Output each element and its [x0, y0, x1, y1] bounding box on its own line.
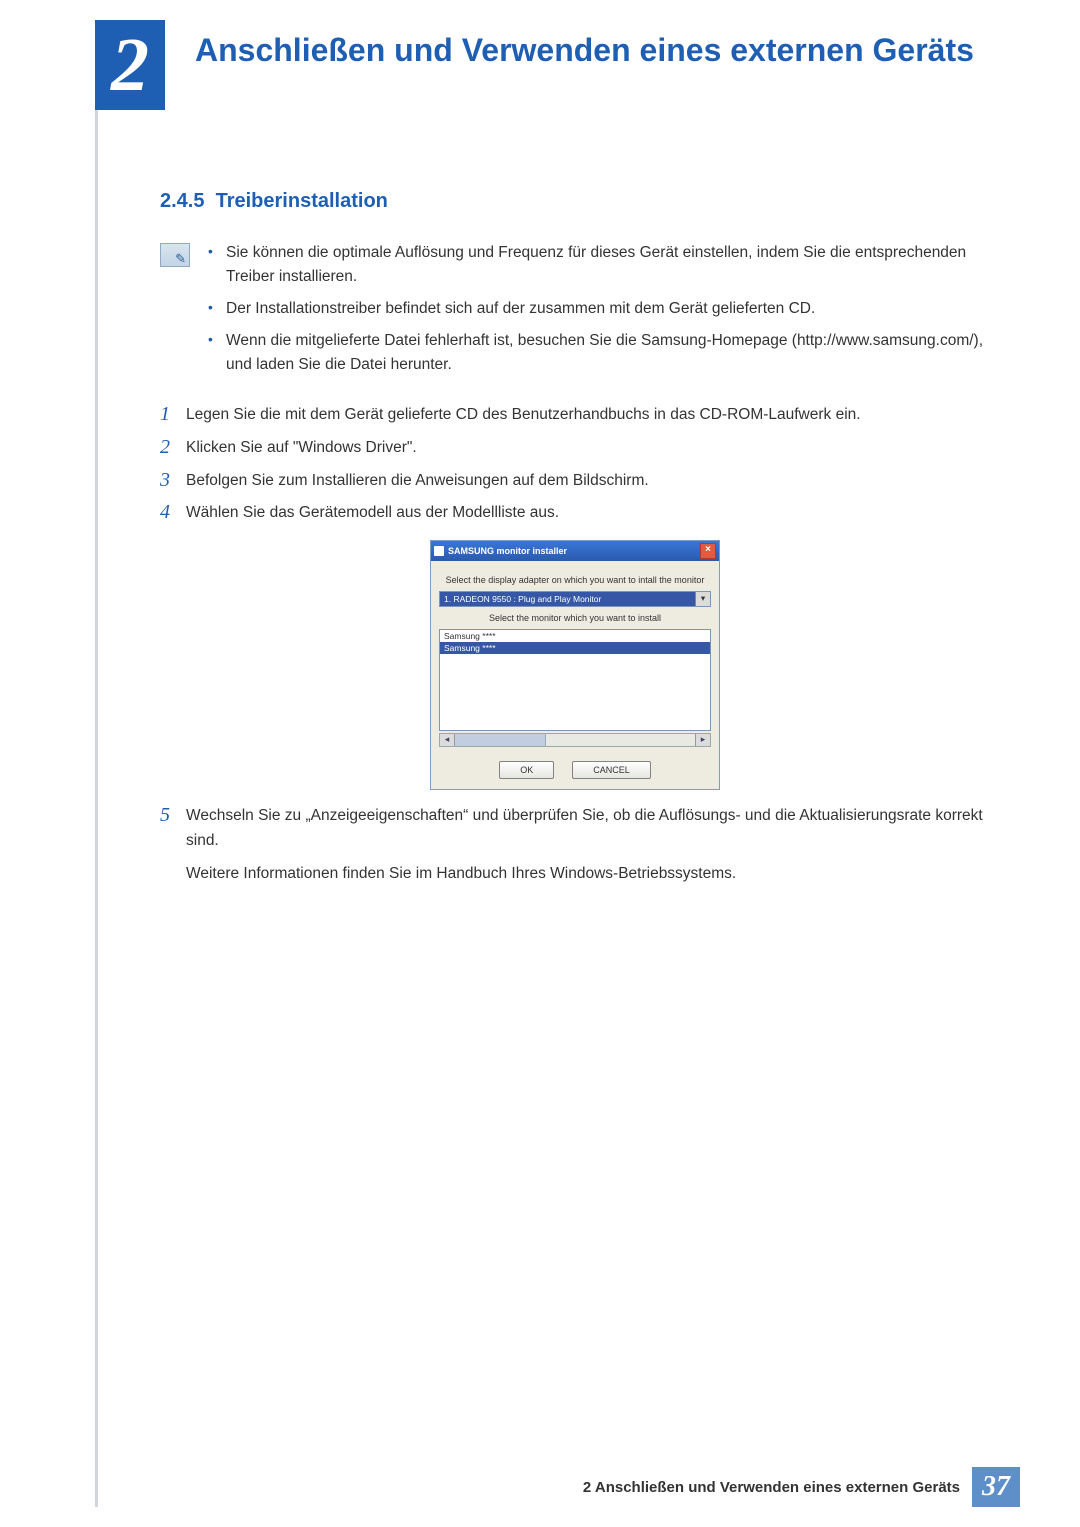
monitor-listbox[interactable]: Samsung **** Samsung **** [439, 629, 711, 731]
step-text: Wechseln Sie zu „Anzeigeeigenschaften“ u… [186, 804, 990, 854]
step-number: 1 [160, 402, 186, 426]
adapter-label: Select the display adapter on which you … [439, 575, 711, 585]
step-text: Legen Sie die mit dem Gerät gelieferte C… [186, 403, 990, 428]
installer-title: SAMSUNG monitor installer [448, 546, 567, 556]
list-item[interactable]: Samsung **** [440, 642, 710, 654]
scroll-right-icon[interactable]: ▸ [695, 734, 710, 746]
installer-titlebar: SAMSUNG monitor installer × [431, 541, 719, 561]
steps-list: 1 Legen Sie die mit dem Gerät gelieferte… [160, 403, 990, 887]
cancel-button[interactable]: CANCEL [572, 761, 651, 779]
installer-window: SAMSUNG monitor installer × Select the d… [430, 540, 720, 790]
horizontal-scrollbar[interactable]: ◂ ▸ [439, 733, 711, 747]
step-text: Befolgen Sie zum Installieren die Anweis… [186, 469, 990, 494]
chapter-number-badge: 2 [95, 20, 165, 110]
section-heading: 2.4.5 Treiberinstallation [160, 190, 990, 213]
note-block: Sie können die optimale Auflösung und Fr… [160, 241, 990, 385]
note-list: Sie können die optimale Auflösung und Fr… [204, 241, 990, 385]
note-icon [160, 243, 190, 267]
scroll-track[interactable] [546, 734, 695, 746]
adapter-select-value: 1. RADEON 9550 : Plug and Play Monitor [440, 592, 695, 606]
step-number: 5 [160, 803, 186, 827]
adapter-select[interactable]: 1. RADEON 9550 : Plug and Play Monitor ▾ [439, 591, 711, 607]
footer-page-number: 37 [972, 1467, 1020, 1507]
footer-chapter-text: 2 Anschließen und Verwenden eines extern… [583, 1479, 960, 1496]
ok-button[interactable]: OK [499, 761, 554, 779]
installer-screenshot: SAMSUNG monitor installer × Select the d… [430, 540, 720, 790]
section-number: 2.4.5 [160, 190, 204, 212]
step-number: 3 [160, 468, 186, 492]
scroll-left-icon[interactable]: ◂ [440, 734, 455, 746]
step-text: Wählen Sie das Gerätemodell aus der Mode… [186, 501, 990, 526]
section-title: Treiberinstallation [216, 190, 388, 212]
step: 4 Wählen Sie das Gerätemodell aus der Mo… [160, 501, 990, 526]
scroll-thumb[interactable] [455, 734, 546, 746]
step: 2 Klicken Sie auf "Windows Driver". [160, 436, 990, 461]
step: 5 Wechseln Sie zu „Anzeigeeigenschaften“… [160, 804, 990, 854]
step: 3 Befolgen Sie zum Installieren die Anwe… [160, 469, 990, 494]
step-number: 4 [160, 500, 186, 524]
note-item: Sie können die optimale Auflösung und Fr… [204, 241, 990, 289]
left-margin-rule [95, 20, 98, 1507]
note-item: Wenn die mitgelieferte Datei fehlerhaft … [204, 329, 990, 377]
note-item: Der Installationstreiber befindet sich a… [204, 297, 990, 321]
step-text: Klicken Sie auf "Windows Driver". [186, 436, 990, 461]
list-item[interactable]: Samsung **** [440, 630, 710, 642]
step-extra-text: Weitere Informationen finden Sie im Hand… [186, 862, 990, 887]
chevron-down-icon[interactable]: ▾ [695, 592, 710, 606]
monitor-label: Select the monitor which you want to ins… [439, 613, 711, 623]
close-icon[interactable]: × [700, 543, 716, 559]
page-footer: 2 Anschließen und Verwenden eines extern… [0, 1467, 1080, 1507]
step: 1 Legen Sie die mit dem Gerät gelieferte… [160, 403, 990, 428]
app-logo-icon [434, 546, 444, 556]
chapter-title: Anschließen und Verwenden eines externen… [195, 30, 1020, 70]
step-number: 2 [160, 435, 186, 459]
